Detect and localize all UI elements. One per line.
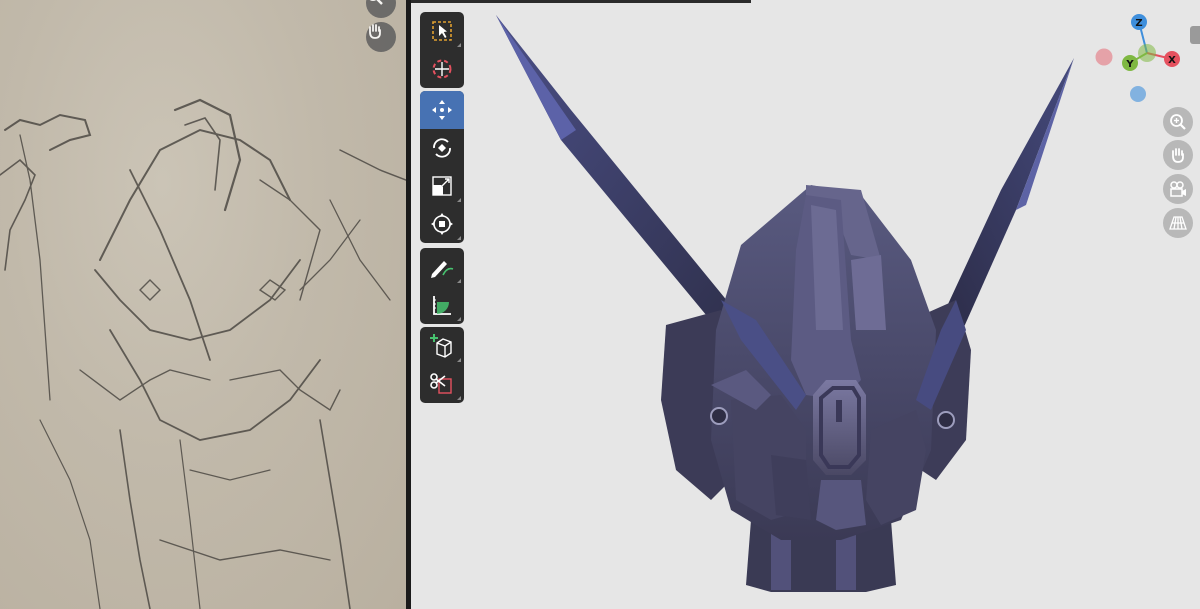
camera-icon <box>1170 181 1186 197</box>
pencil-sketch-image <box>0 98 406 609</box>
gizmo-z-label: Z <box>1135 18 1142 29</box>
rotate-tool[interactable] <box>420 129 464 167</box>
scissors-icon <box>430 373 452 394</box>
rotate-icon <box>433 138 451 158</box>
cut-tool[interactable] <box>420 365 464 403</box>
viewport-pan-button[interactable] <box>1163 140 1193 170</box>
pencil-icon <box>431 261 454 278</box>
sidebar-toggle-tab[interactable] <box>1190 26 1200 44</box>
3d-viewport[interactable]: Z X Y <box>411 0 1200 609</box>
gizmo-y-label: Y <box>1125 59 1134 70</box>
viewport-zoom-button[interactable] <box>1163 107 1193 137</box>
reference-pan-button[interactable] <box>366 22 396 52</box>
annotate-tool[interactable] <box>420 248 464 286</box>
gizmo-x-label: X <box>1168 55 1176 66</box>
hand-pan-icon <box>1172 148 1184 163</box>
reference-image-panel[interactable] <box>0 0 406 609</box>
hand-icon <box>369 24 381 39</box>
gizmo-neg-y[interactable] <box>1138 44 1156 62</box>
ruler-protractor-icon <box>433 296 451 315</box>
toolbar-group-annotate <box>420 248 464 324</box>
transform-tool[interactable] <box>420 205 464 243</box>
zoom-icon <box>1170 114 1186 130</box>
viewport-perspective-button[interactable] <box>1163 208 1193 238</box>
gizmo-neg-z[interactable] <box>1130 86 1146 102</box>
toolbar-group-add <box>420 327 464 403</box>
add-cube-tool[interactable] <box>420 327 464 365</box>
grid-perspective-icon <box>1169 216 1187 230</box>
gizmo-neg-x[interactable] <box>1095 48 1113 66</box>
measure-tool[interactable] <box>420 286 464 324</box>
transform-icon <box>431 213 453 235</box>
magnifier-icon <box>369 0 383 5</box>
scale-icon <box>432 176 452 196</box>
scale-tool[interactable] <box>420 167 464 205</box>
add-cube-icon <box>430 334 452 358</box>
viewport-camera-button[interactable] <box>1163 174 1193 204</box>
